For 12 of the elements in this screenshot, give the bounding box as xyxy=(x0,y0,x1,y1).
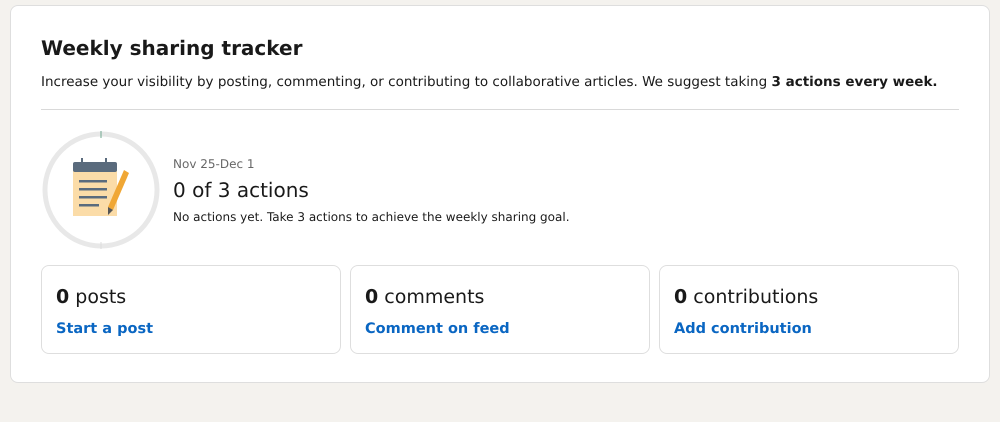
action-link[interactable]: Start a post xyxy=(56,321,154,337)
action-link[interactable]: Comment on feed xyxy=(365,321,510,337)
status-message: No actions yet. Take 3 actions to achieve the weekly sharing goal. xyxy=(173,210,570,224)
stat-count: 0 comments xyxy=(365,286,486,308)
date-range: Nov 25-Dec 1 xyxy=(173,156,256,170)
stat-count: 0 posts xyxy=(56,286,128,308)
action-link[interactable]: Add contribution xyxy=(674,321,812,337)
card-title: Weekly sharing tracker xyxy=(41,36,304,60)
actions-count: 0 of 3 actions xyxy=(173,178,310,202)
description-text: Increase your visibility by posting, commenting, or contributing to collaborative articles. We suggest taking 3 actions every week. xyxy=(41,73,939,92)
notepad-icon xyxy=(73,158,129,216)
stat-count: 0 contributions xyxy=(674,286,820,308)
